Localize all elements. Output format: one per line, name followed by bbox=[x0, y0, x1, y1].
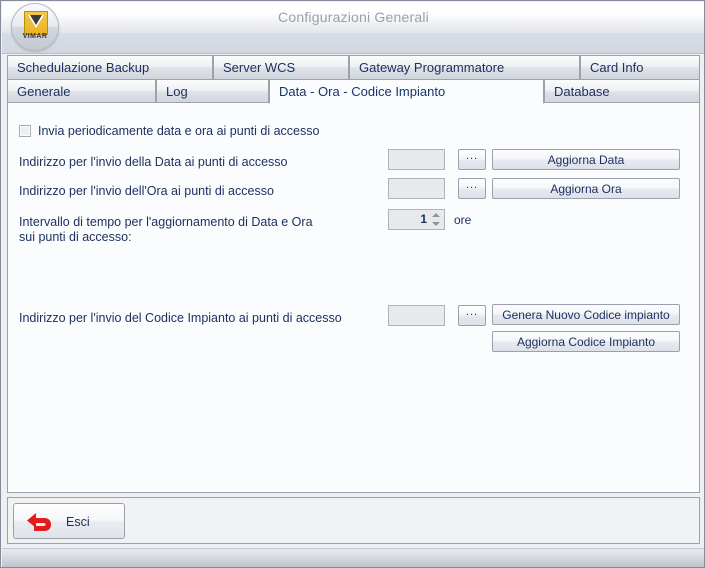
aggiorna-codice-impianto-button[interactable]: Aggiorna Codice Impianto bbox=[492, 331, 680, 352]
aggiorna-data-button[interactable]: Aggiorna Data bbox=[492, 149, 680, 170]
ora-address-input[interactable] bbox=[388, 178, 445, 199]
interval-hours-value: 1 bbox=[420, 212, 427, 226]
tab-log[interactable]: Log bbox=[156, 79, 269, 103]
tab-content-panel: Invia periodicamente data e ora ai punti… bbox=[7, 102, 700, 493]
interval-label-line2: sui punti di accesso: bbox=[19, 230, 132, 244]
genera-nuovo-codice-impianto-button[interactable]: Genera Nuovo Codice impianto bbox=[492, 304, 680, 325]
tab-server-wcs[interactable]: Server WCS bbox=[213, 55, 349, 79]
codice-impianto-address-input[interactable] bbox=[388, 305, 445, 326]
aggiorna-ora-button[interactable]: Aggiorna Ora bbox=[492, 178, 680, 199]
stepper-down-icon[interactable] bbox=[432, 222, 440, 226]
tab-generale[interactable]: Generale bbox=[7, 79, 156, 103]
tab-card-info[interactable]: Card Info bbox=[580, 55, 700, 79]
interval-hours-stepper[interactable]: 1 bbox=[388, 209, 445, 230]
vimar-logo-badge: VIMAR bbox=[11, 3, 59, 51]
back-arrow-icon bbox=[27, 513, 51, 531]
interval-unit-label: ore bbox=[454, 213, 472, 227]
data-address-label: Indirizzo per l'invio della Data ai punt… bbox=[19, 155, 288, 169]
vimar-logo-icon bbox=[24, 11, 48, 35]
tab-gateway-programmatore[interactable]: Gateway Programmatore bbox=[349, 55, 580, 79]
ora-address-browse-button[interactable]: ... bbox=[458, 178, 486, 199]
interval-label-line1: Intervallo di tempo per l'aggiornamento … bbox=[19, 215, 313, 229]
bottom-action-bar: Esci bbox=[7, 497, 700, 544]
title-sub-strip bbox=[2, 33, 704, 54]
ora-address-label: Indirizzo per l'invio dell'Ora ai punti … bbox=[19, 184, 274, 198]
esci-button[interactable]: Esci bbox=[13, 503, 125, 539]
stepper-up-icon[interactable] bbox=[432, 213, 440, 217]
vimar-logo-wordmark: VIMAR bbox=[22, 33, 48, 40]
stepper-arrows-icon[interactable] bbox=[432, 211, 441, 228]
application-window: Configurazioni Generali VIMAR Schedulazi… bbox=[0, 0, 705, 568]
tab-database[interactable]: Database bbox=[544, 79, 700, 103]
esci-button-label: Esci bbox=[66, 515, 90, 529]
data-address-browse-button[interactable]: ... bbox=[458, 149, 486, 170]
window-title: Configurazioni Generali bbox=[278, 9, 429, 25]
codice-impianto-browse-button[interactable]: ... bbox=[458, 305, 486, 326]
tab-data-ora-codice-impianto[interactable]: Data - Ora - Codice Impianto bbox=[269, 79, 544, 104]
periodic-send-checkbox-row[interactable]: Invia periodicamente data e ora ai punti… bbox=[19, 124, 319, 138]
tab-strip: Schedulazione Backup Server WCS Gateway … bbox=[7, 55, 700, 104]
periodic-send-checkbox[interactable] bbox=[19, 125, 31, 137]
data-address-input[interactable] bbox=[388, 149, 445, 170]
tab-schedulazione-backup[interactable]: Schedulazione Backup bbox=[7, 55, 213, 79]
window-footer-strip bbox=[2, 548, 704, 567]
title-bar: Configurazioni Generali bbox=[2, 2, 704, 34]
periodic-send-label: Invia periodicamente data e ora ai punti… bbox=[38, 124, 320, 138]
codice-impianto-address-label: Indirizzo per l'invio del Codice Impiant… bbox=[19, 311, 342, 325]
